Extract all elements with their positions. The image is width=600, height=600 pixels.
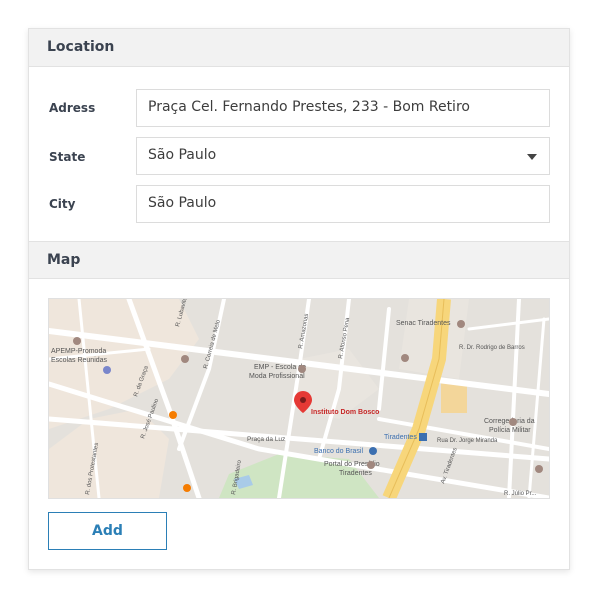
state-value: São Paulo [148,147,217,163]
address-label: Adress [49,101,96,115]
map-label-rodrigo: R. Dr. Rodrigo de Barros [459,345,525,351]
map-label-moda: Moda Profissional [249,373,305,380]
map-section-header: Map [29,241,569,279]
map-label-escolas: Escolas Reunidas [51,357,108,364]
map-section-title: Map [47,252,81,268]
address-field[interactable]: Praça Cel. Fernando Prestes, 233 - Bom R… [136,89,550,127]
map-label-jorge: Rua Dr. Jorge Miranda [437,438,498,444]
city-value: São Paulo [148,195,217,211]
location-section-title: Location [47,39,115,55]
map-label-banco: Banco do Brasil [314,448,363,455]
address-value: Praça Cel. Fernando Prestes, 233 - Bom R… [148,99,470,115]
map-label-senac: Senac Tiradentes [396,320,451,327]
map-label-instituto: Instituto Dom Bosco [311,409,379,416]
state-label: State [49,150,86,164]
location-section-header: Location [29,29,569,67]
add-button[interactable]: Add [48,512,167,550]
map-label-julio: R. Júlio Pr... [504,491,537,497]
map-label-praca-luz: Praça da Luz [247,436,285,443]
map-label-portal2: Tiradentes [339,470,372,477]
location-card: Location Adress Praça Cel. Fernando Pres… [28,28,570,570]
map-label-apemp: APEMP-Promoda [51,348,106,355]
city-label: City [49,197,76,211]
map-view[interactable]: APEMP-Promoda Escolas Reunidas EMP - Esc… [48,298,550,499]
map-label-tiradentes: Tiradentes [384,434,417,441]
map-label-corregedoria2: Polícia Militar [489,427,531,434]
city-field[interactable]: São Paulo [136,185,550,223]
chevron-down-icon [527,154,537,160]
state-select[interactable]: São Paulo [136,137,550,175]
